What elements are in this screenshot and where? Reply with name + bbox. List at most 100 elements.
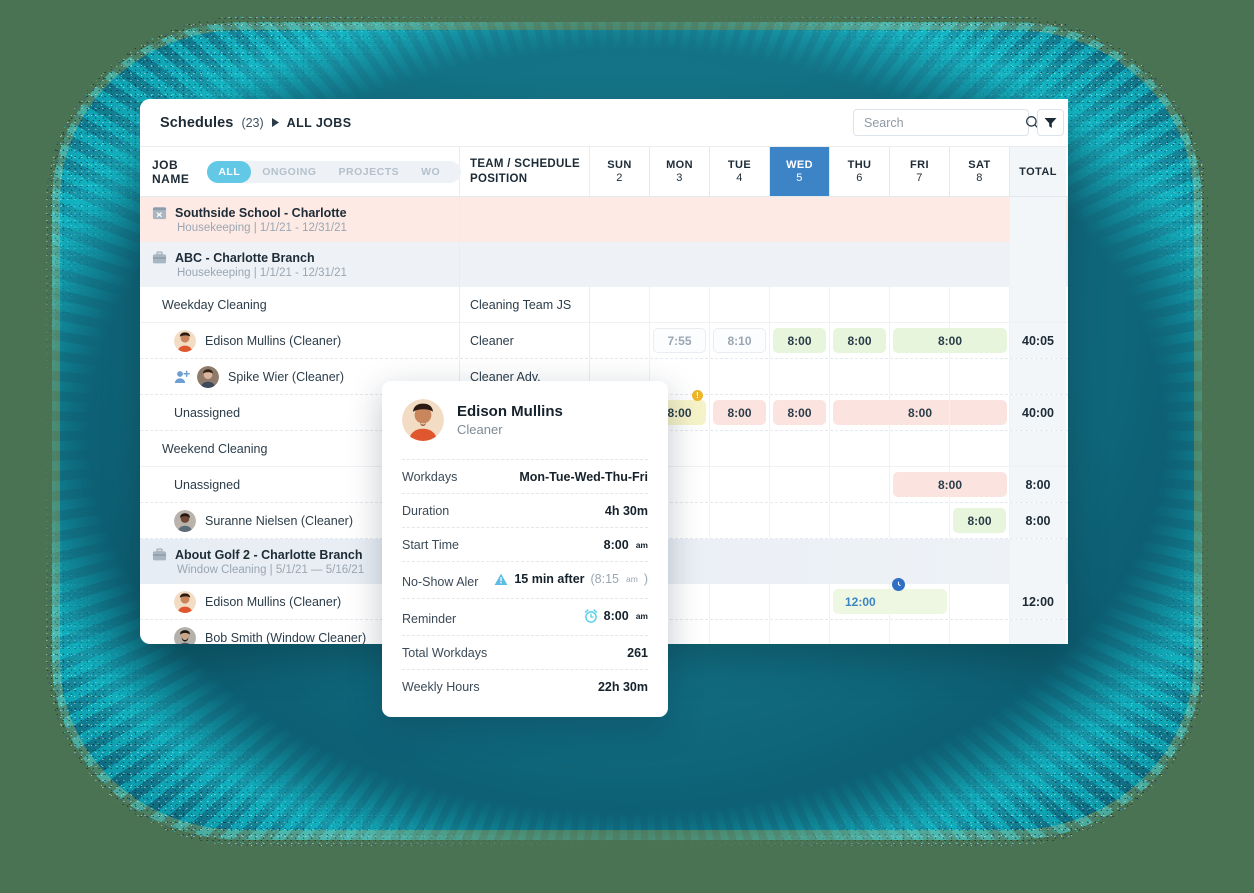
day-cell-sat[interactable]: 8:00 (950, 503, 1010, 538)
person-cell[interactable]: Edison Mullins (Cleaner) (140, 323, 460, 358)
table-row[interactable]: Edison Mullins (Cleaner) Cleaner 7:55 8:… (140, 323, 1068, 359)
day-cell-wed[interactable]: 8:00 (770, 323, 830, 358)
day-cell-thu[interactable] (830, 242, 890, 287)
day-cell-tue[interactable] (710, 620, 770, 644)
day-cell-sun[interactable] (590, 242, 650, 287)
day-cell-thu[interactable]: 8:00 (830, 323, 890, 358)
day-cell-thu[interactable] (830, 197, 890, 242)
day-cell-thu[interactable]: 12:00 (830, 578, 947, 619)
header-team-label-line1: TEAM / SCHEDULE (470, 158, 580, 171)
header-day-sun[interactable]: SUN 2 (590, 147, 650, 196)
shift-pill[interactable]: 8:00 (773, 400, 826, 425)
header-day-sat[interactable]: SAT 8 (950, 147, 1010, 196)
day-cell-mon[interactable]: 7:55 (650, 323, 710, 358)
day-cell-tue[interactable] (710, 197, 770, 242)
day-cell-fri[interactable] (890, 431, 950, 466)
day-cell-sat[interactable] (950, 431, 1010, 466)
table-row[interactable]: Southside School - Charlotte Housekeepin… (140, 197, 1068, 242)
day-cell-sat[interactable] (950, 359, 1010, 394)
day-cell-tue[interactable] (710, 584, 770, 619)
day-cell-wed[interactable] (770, 359, 830, 394)
header-day-mon-num: 3 (676, 172, 683, 184)
shift-pill[interactable]: 8:00 (833, 328, 886, 353)
day-cell-mon[interactable] (650, 197, 710, 242)
day-cell-wed[interactable] (770, 287, 830, 322)
chip-projects[interactable]: PROJECTS (328, 161, 411, 183)
day-cell-sat[interactable] (950, 584, 1010, 619)
day-cell-fri[interactable]: 8:00 (890, 323, 1007, 358)
filter-button[interactable] (1037, 109, 1064, 136)
day-cell-thu[interactable] (830, 503, 890, 538)
shift-pill[interactable]: 8:10 (713, 328, 766, 353)
day-cell-sat[interactable] (950, 287, 1010, 322)
search-input[interactable] (864, 115, 1025, 130)
day-cell-wed[interactable] (770, 584, 830, 619)
day-cell-thu[interactable] (830, 539, 890, 584)
day-cell-wed[interactable] (770, 467, 830, 502)
day-cell-tue[interactable] (710, 287, 770, 322)
header-day-fri[interactable]: FRI 7 (890, 147, 950, 196)
breadcrumb-all-jobs[interactable]: ALL JOBS (287, 116, 352, 130)
job-group-name: Southside School - Charlotte (152, 205, 347, 220)
table-row[interactable]: ABC - Charlotte Branch Housekeeping | 1/… (140, 242, 1068, 287)
day-cell-fri[interactable]: 8:00 (890, 467, 1007, 502)
day-cell-thu[interactable] (830, 287, 890, 322)
day-cell-sun[interactable] (590, 323, 650, 358)
shift-pill[interactable]: 8:00 (713, 400, 766, 425)
job-group-cell[interactable]: Southside School - Charlotte Housekeepin… (140, 197, 460, 242)
header-day-thu[interactable]: THU 6 (830, 147, 890, 196)
day-cell-tue[interactable] (710, 467, 770, 502)
job-group-cell[interactable]: ABC - Charlotte Branch Housekeeping | 1/… (140, 242, 460, 287)
chip-all[interactable]: ALL (207, 160, 252, 183)
header-day-wed[interactable]: WED 5 (770, 147, 830, 196)
day-cell-tue[interactable] (710, 503, 770, 538)
day-cell-thu[interactable] (830, 620, 890, 644)
day-cell-tue[interactable]: 8:10 (710, 323, 770, 358)
day-cell-fri[interactable] (890, 359, 950, 394)
day-cell-fri[interactable] (890, 395, 950, 430)
shift-pill[interactable]: 8:00 (773, 328, 826, 353)
day-cell-tue[interactable] (710, 359, 770, 394)
header-day-tue[interactable]: TUE 4 (710, 147, 770, 196)
table-row[interactable]: Weekday Cleaning Cleaning Team JS (140, 287, 1068, 323)
day-cell-tue[interactable] (710, 539, 770, 584)
chip-wo[interactable]: WO (410, 161, 451, 183)
day-cell-wed[interactable]: 8:00 (770, 395, 830, 430)
day-cell-tue[interactable] (710, 431, 770, 466)
day-cell-wed[interactable] (770, 431, 830, 466)
search-box[interactable] (853, 109, 1040, 136)
day-cell-fri[interactable] (890, 197, 950, 242)
day-cell-fri[interactable] (890, 620, 950, 644)
day-cell-mon[interactable] (650, 242, 710, 287)
day-cell-sat[interactable] (950, 242, 1010, 287)
day-cell-sat[interactable] (950, 539, 1010, 584)
day-cell-sat[interactable] (950, 197, 1010, 242)
day-cell-fri[interactable] (890, 584, 950, 619)
day-cell-sat[interactable] (950, 620, 1010, 644)
day-cell-fri[interactable] (890, 503, 950, 538)
day-cell-sun[interactable] (590, 197, 650, 242)
shift-pill[interactable]: 7:55 (653, 328, 706, 353)
day-cell-wed[interactable] (770, 242, 830, 287)
day-cell-tue[interactable] (710, 242, 770, 287)
add-person-icon[interactable] (174, 369, 190, 385)
day-cell-thu[interactable] (830, 359, 890, 394)
chip-ongoing[interactable]: ONGOING (251, 161, 327, 183)
header-day-mon[interactable]: MON 3 (650, 147, 710, 196)
day-cell-thu[interactable] (830, 467, 890, 502)
shift-pill[interactable]: 8:00 (953, 508, 1006, 533)
day-cell-fri[interactable] (890, 242, 950, 287)
day-cell-sat[interactable] (950, 323, 1010, 358)
day-cell-mon[interactable] (650, 287, 710, 322)
day-cell-tue[interactable]: 8:00 (710, 395, 770, 430)
day-cell-sat[interactable] (950, 395, 1010, 430)
day-cell-wed[interactable] (770, 620, 830, 644)
day-cell-fri[interactable] (890, 287, 950, 322)
day-cell-wed[interactable] (770, 503, 830, 538)
day-cell-sun[interactable] (590, 287, 650, 322)
day-cell-sat[interactable] (950, 467, 1010, 502)
day-cell-thu[interactable] (830, 431, 890, 466)
day-cell-wed[interactable] (770, 539, 830, 584)
day-cell-thu[interactable]: 8:00 (830, 395, 1007, 430)
day-cell-wed[interactable] (770, 197, 830, 242)
